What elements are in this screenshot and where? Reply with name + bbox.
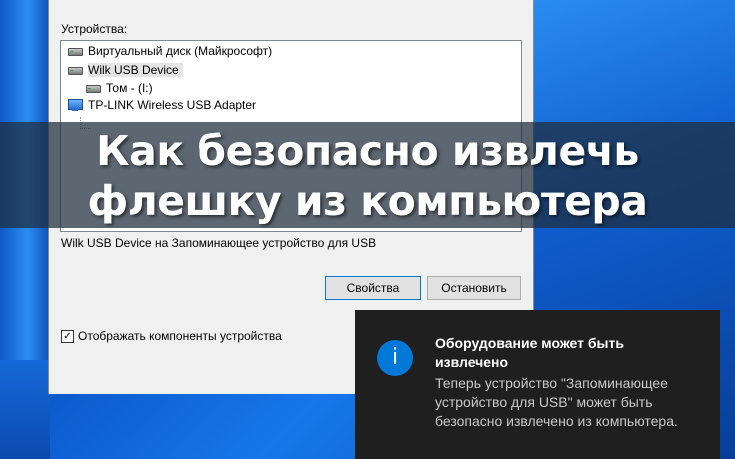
device-item-label: Виртуальный диск (Майкрософт) bbox=[88, 44, 273, 58]
desktop-wallpaper-corner bbox=[0, 360, 50, 459]
network-adapter-icon bbox=[67, 99, 83, 111]
volume-icon bbox=[85, 82, 101, 94]
desktop-wallpaper-streak bbox=[0, 0, 50, 459]
notification-toast[interactable]: i Оборудование может быть извлечено Тепе… bbox=[355, 310, 720, 459]
usb-drive-icon bbox=[67, 64, 83, 76]
devices-label: Устройства: bbox=[61, 22, 128, 36]
device-item-tplink-adapter[interactable]: TP-LINK Wireless USB Adapter bbox=[67, 96, 256, 114]
disk-drive-icon bbox=[67, 45, 83, 57]
device-item-label: TP-LINK Wireless USB Adapter bbox=[88, 98, 257, 112]
selected-device-description: Wilk USB Device на Запоминающее устройст… bbox=[61, 236, 377, 250]
device-item-virtual-disk[interactable]: Виртуальный диск (Майкрософт) bbox=[67, 42, 272, 60]
device-item-label: Том - (I:) bbox=[106, 81, 153, 95]
toast-title: Оборудование может быть извлечено bbox=[435, 335, 624, 370]
toast-message: Теперь устройство "Запоминающее устройст… bbox=[435, 375, 678, 429]
show-components-checkbox[interactable]: ✓ Отображать компоненты устройства bbox=[61, 329, 282, 343]
show-components-label: Отображать компоненты устройства bbox=[78, 329, 282, 343]
device-item-wilk-usb[interactable]: Wilk USB Device bbox=[67, 61, 183, 79]
checkbox-checked-icon[interactable]: ✓ bbox=[61, 329, 74, 343]
stop-button[interactable]: Остановить bbox=[427, 276, 521, 300]
info-icon: i bbox=[377, 340, 413, 376]
article-title: Как безопасно извлечь флешку из компьюте… bbox=[87, 127, 648, 225]
device-item-volume[interactable]: Том - (I:) bbox=[85, 79, 153, 97]
device-item-label: Wilk USB Device bbox=[88, 63, 183, 77]
properties-button[interactable]: Свойства bbox=[325, 276, 421, 300]
